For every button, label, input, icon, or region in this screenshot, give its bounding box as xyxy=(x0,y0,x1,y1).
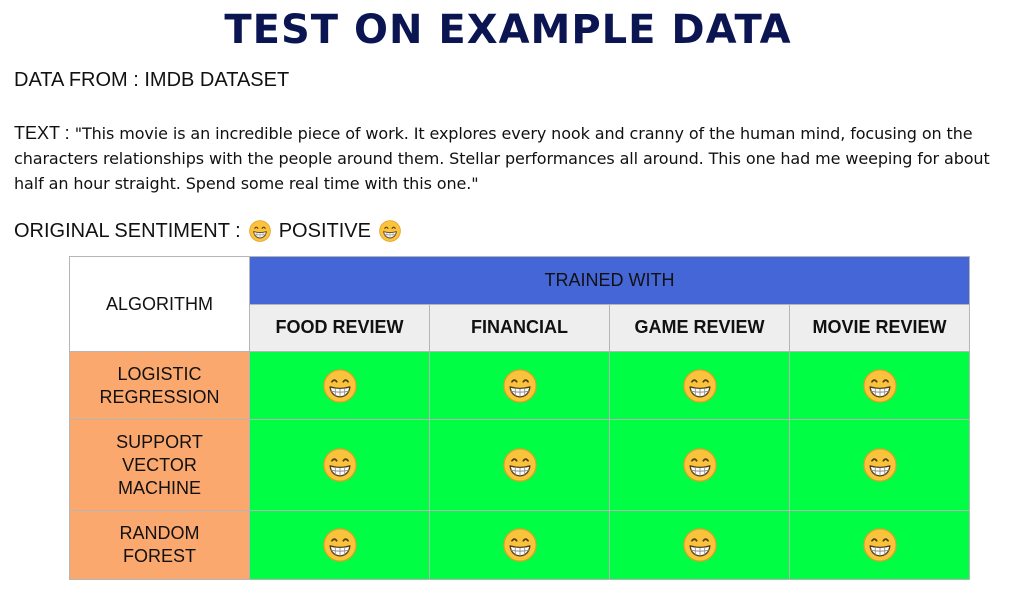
column-header-food-review: FOOD REVIEW xyxy=(249,303,430,352)
table-row: LOGISTIC REGRESSION xyxy=(69,351,970,420)
algorithm-line: LOGISTIC xyxy=(117,363,202,384)
result-cell xyxy=(789,510,970,580)
original-sentiment: ORIGINAL SENTIMENT : POSITIVE xyxy=(14,218,409,244)
sentiment-label: ORIGINAL SENTIMENT : xyxy=(14,220,241,242)
grinning-face-icon xyxy=(322,368,357,403)
review-text: "This movie is an incredible piece of wo… xyxy=(14,124,990,193)
grinning-face-icon xyxy=(322,448,357,482)
page-title: TEST ON EXAMPLE DATA xyxy=(224,7,792,53)
algorithm-cell: LOGISTIC REGRESSION xyxy=(69,351,250,420)
trained-with-header: TRAINED WITH xyxy=(249,256,970,305)
grinning-face-icon xyxy=(682,528,717,562)
result-cell xyxy=(249,351,430,420)
column-header-game-review: GAME REVIEW xyxy=(609,303,790,352)
algorithm-cell: RANDOM FOREST xyxy=(69,510,250,580)
grinning-face-icon xyxy=(502,368,537,403)
algorithm-cell: SUPPORT VECTOR MACHINE xyxy=(69,419,250,511)
algorithm-line: FOREST xyxy=(122,546,196,566)
result-cell xyxy=(429,419,610,511)
example-text: TEXT : "This movie is an incredible piec… xyxy=(14,121,1004,196)
sentiment-value: POSITIVE xyxy=(278,220,371,242)
algorithm-header: ALGORITHM xyxy=(69,256,250,352)
column-header-movie-review: MOVIE REVIEW xyxy=(789,303,970,352)
result-cell xyxy=(789,351,970,420)
algorithm-line: VECTOR xyxy=(122,454,197,475)
grinning-face-icon xyxy=(502,528,537,562)
result-cell xyxy=(429,510,610,580)
column-header-financial: FINANCIAL xyxy=(429,303,610,352)
results-table: ALGORITHM TRAINED WITH FOOD REVIEW FINAN… xyxy=(69,256,970,580)
algorithm-line: MACHINE xyxy=(117,477,201,498)
grinning-face-icon xyxy=(862,528,897,562)
table-row: SUPPORT VECTOR MACHINE xyxy=(69,419,970,511)
result-cell xyxy=(609,510,790,580)
grinning-face-icon xyxy=(502,448,537,482)
result-cell xyxy=(249,419,430,511)
result-cell xyxy=(789,419,970,511)
result-cell xyxy=(249,510,430,580)
result-cell xyxy=(609,351,790,420)
algorithm-line: REGRESSION xyxy=(99,386,220,407)
grinning-face-icon xyxy=(682,368,717,403)
table-row: RANDOM FOREST xyxy=(69,510,970,580)
algorithm-line: RANDOM xyxy=(119,523,200,543)
text-label: TEXT : xyxy=(14,123,75,143)
grinning-face-icon xyxy=(862,368,897,403)
grinning-face-icon xyxy=(862,448,897,482)
data-source-line: DATA FROM : IMDB DATASET xyxy=(14,69,290,91)
grinning-face-icon xyxy=(248,220,271,242)
grinning-face-icon xyxy=(322,528,357,562)
grinning-face-icon xyxy=(682,448,717,482)
result-cell xyxy=(429,351,610,420)
result-cell xyxy=(609,419,790,511)
algorithm-line: SUPPORT xyxy=(116,431,203,452)
grinning-face-icon xyxy=(379,220,401,242)
